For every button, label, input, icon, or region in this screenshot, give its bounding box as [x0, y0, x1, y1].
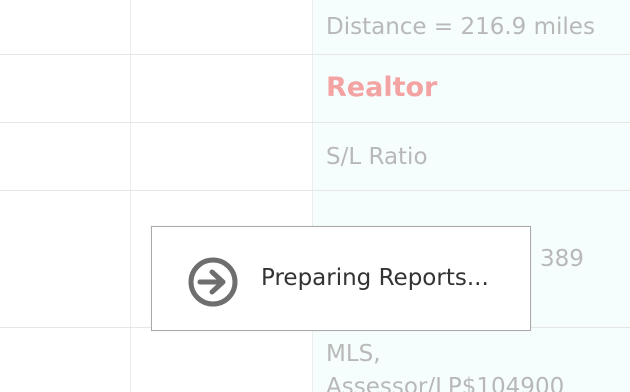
partial-value: 389: [540, 246, 584, 272]
arrow-right-circle-icon: [188, 257, 238, 307]
dialog-message: Preparing Reports...: [261, 265, 489, 291]
mls-label: MLS,: [326, 341, 381, 367]
grid-row-divider: [0, 190, 630, 191]
grid-row-divider: [0, 54, 630, 55]
grid-row-divider: [0, 122, 630, 123]
assessor-lp-value: Assessor/LP$104900: [326, 374, 565, 392]
sl-ratio-label: S/L Ratio: [326, 144, 428, 170]
data-column-background: [313, 0, 630, 392]
realtor-heading: Realtor: [326, 72, 438, 103]
report-screen: Distance = 216.9 miles Realtor S/L Ratio…: [0, 0, 630, 392]
grid-column-divider: [130, 0, 131, 392]
grid-column-divider: [312, 0, 313, 392]
distance-value: Distance = 216.9 miles: [326, 14, 595, 40]
preparing-reports-dialog: Preparing Reports...: [151, 226, 531, 331]
